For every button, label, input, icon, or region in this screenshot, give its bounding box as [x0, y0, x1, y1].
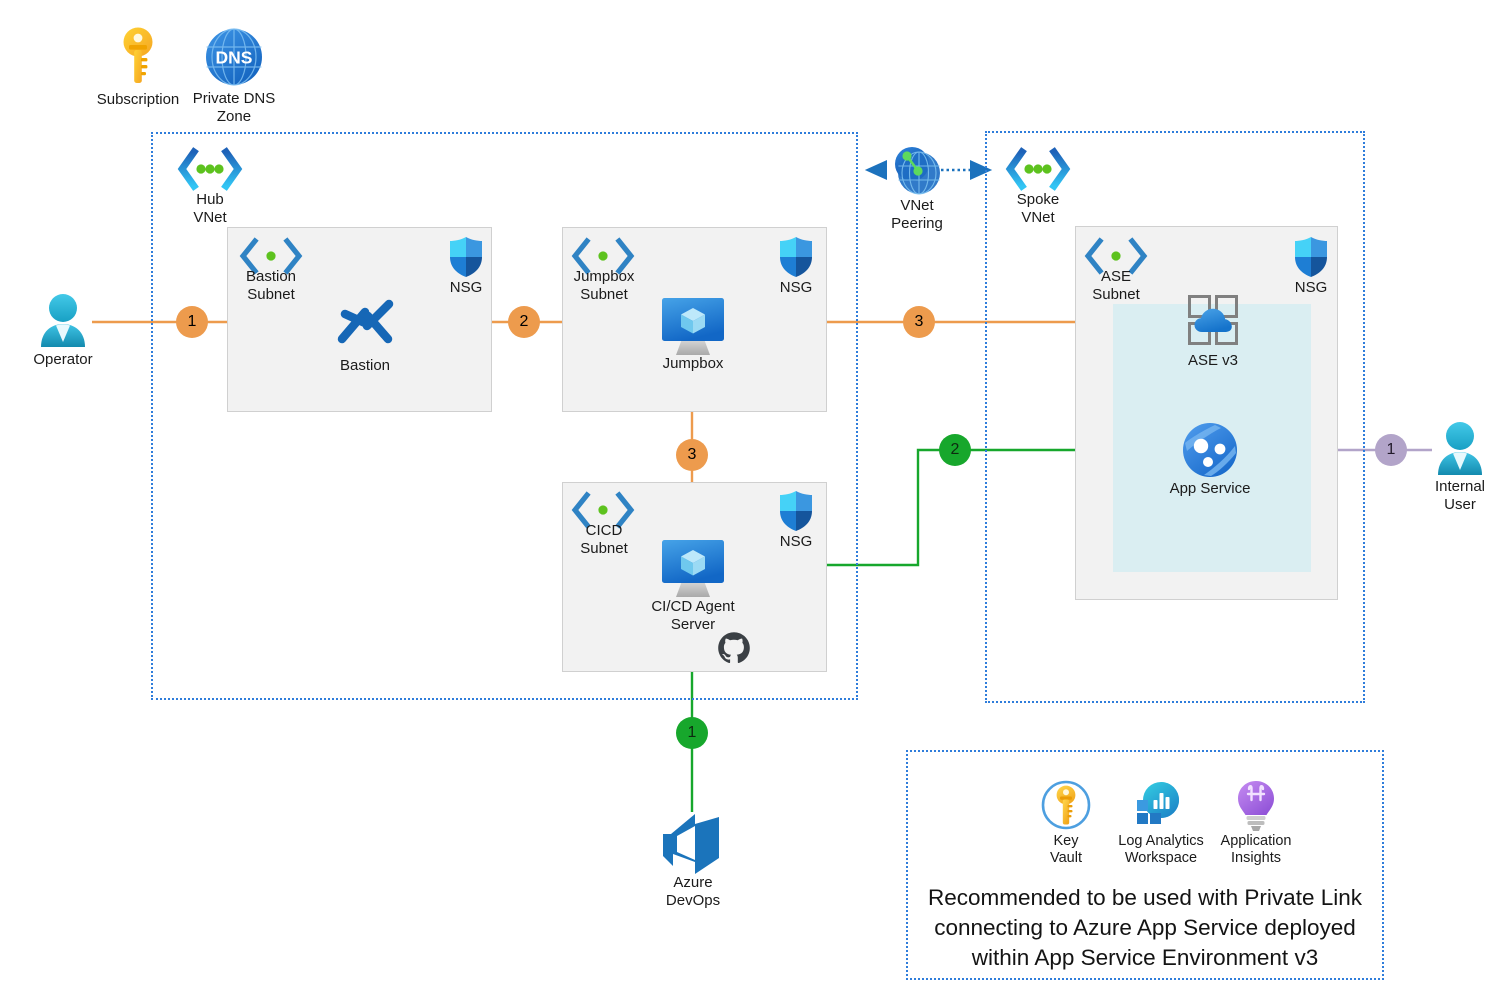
- application-insights-icon: [1233, 780, 1279, 832]
- legend-note-line-3: within App Service Environment v3: [971, 945, 1319, 970]
- internal-user-icon: [1432, 421, 1488, 479]
- jumpbox-nsg-icon: [778, 236, 814, 278]
- legend-note-line-2: connecting to Azure App Service deployed: [934, 915, 1356, 940]
- bastion-icon: [335, 294, 395, 352]
- cicd-nsg-icon: [778, 490, 814, 532]
- badge-cicd-2: 2: [939, 434, 971, 466]
- subscription-icon: [118, 26, 158, 88]
- badge-devops-1: 1: [676, 717, 708, 749]
- github-icon: [716, 630, 752, 666]
- virtual-machine-icon-jumpbox: [660, 296, 726, 356]
- app-service-icon: [1182, 422, 1238, 478]
- dns-glyph-text: DNS: [216, 48, 253, 68]
- badge-jumpbox-cicd-3: 3: [676, 439, 708, 471]
- ase-icon: [1187, 294, 1239, 346]
- hub-vnet-icon: [177, 147, 243, 191]
- badge-operator-1: 1: [176, 306, 208, 338]
- badge-internal-user-1: 1: [1375, 434, 1407, 466]
- operator-icon: [35, 293, 91, 351]
- cicd-subnet-icon: [571, 491, 635, 529]
- badge-bastion-2: 2: [508, 306, 540, 338]
- ase-subnet-icon: [1084, 237, 1148, 275]
- dns-globe-icon: DNS: [205, 28, 263, 86]
- legend-note-line-1: Recommended to be used with Private Link: [928, 885, 1362, 910]
- bastion-subnet-icon: [239, 237, 303, 275]
- architecture-diagram: Subscription DNS Private DNS Zone Hub VN…: [0, 0, 1496, 1004]
- spoke-vnet-icon: [1005, 147, 1071, 191]
- key-vault-icon: [1041, 780, 1091, 830]
- ase-nsg-icon: [1293, 236, 1329, 278]
- badge-jumpbox-3: 3: [903, 306, 935, 338]
- bastion-nsg-icon: [448, 236, 484, 278]
- application-insights-label: Application Insights: [1220, 833, 1292, 866]
- azure-devops-icon: [659, 812, 727, 876]
- virtual-machine-icon-cicd: [660, 538, 726, 598]
- vnet-peering-icon: [888, 142, 944, 198]
- log-analytics-icon: [1135, 780, 1187, 830]
- jumpbox-subnet-icon: [571, 237, 635, 275]
